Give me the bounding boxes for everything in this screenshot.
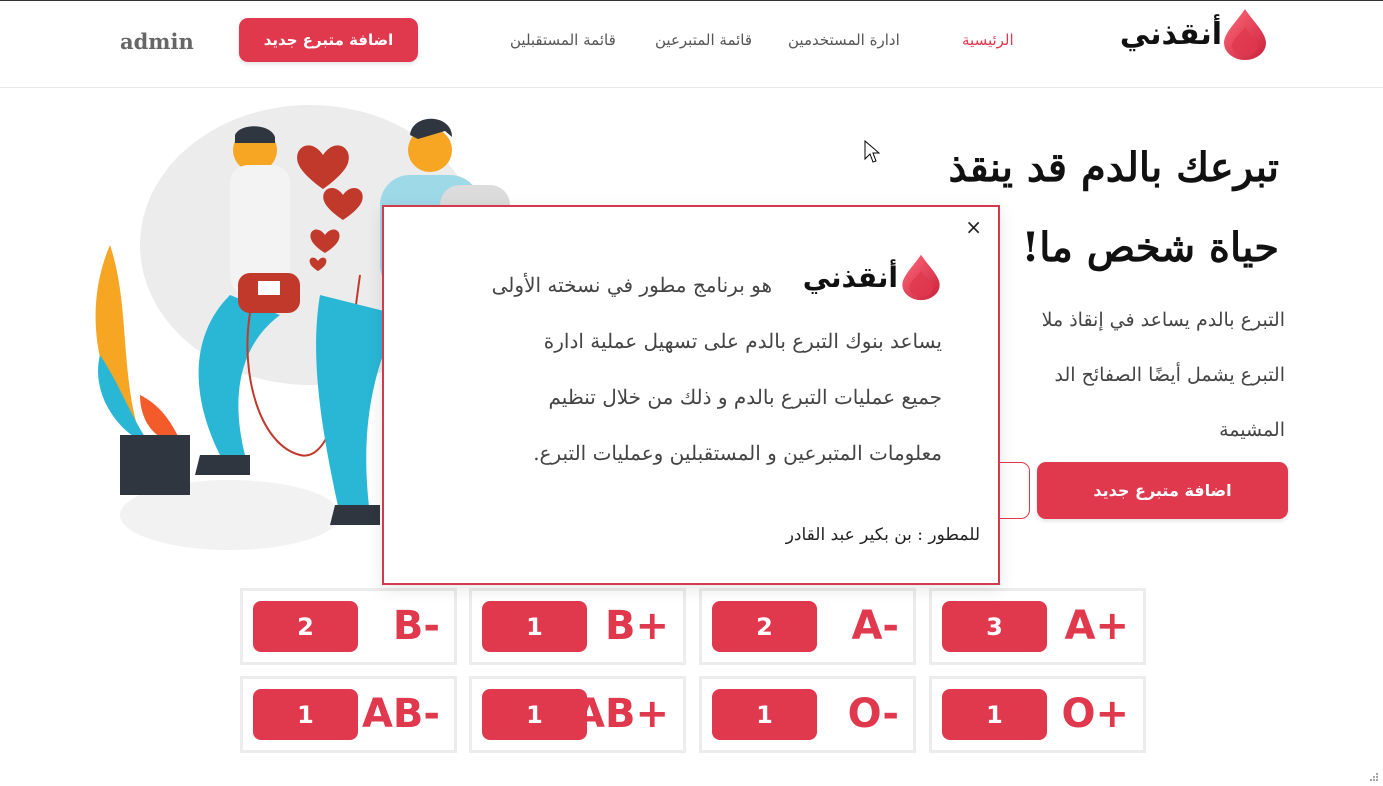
brand-logo[interactable]: أنقذني [1118, 7, 1270, 63]
blood-group-count: 2 [712, 601, 817, 652]
blood-group-count: 1 [942, 689, 1047, 740]
resize-grip-icon[interactable] [1369, 772, 1379, 782]
blood-group-type: A+ [1064, 603, 1129, 649]
top-navbar: أنقذني الرئيسية ادارة المستخدمين قائمة ا… [0, 1, 1383, 88]
blood-group-count: 1 [482, 689, 587, 740]
blood-group-count: 2 [253, 601, 358, 652]
blood-group-card-o-neg[interactable]: O- 1 [699, 676, 916, 753]
blood-group-card-b-neg[interactable]: B- 2 [240, 588, 457, 665]
blood-drop-icon [1224, 9, 1266, 60]
modal-text-line1: هو برنامج مطور في نسخته الأولى [442, 257, 942, 313]
blood-group-card-ab-pos[interactable]: AB+ 1 [469, 676, 686, 753]
about-modal: × أنقذني هو برنامج مطور في نسخته الأولى … [382, 205, 1000, 585]
modal-developer-credit: للمطور : بن بكير عبد القادر [785, 525, 980, 545]
blood-group-card-o-pos[interactable]: O+ 1 [929, 676, 1146, 753]
blood-group-type: AB+ [574, 691, 669, 737]
blood-group-count: 1 [482, 601, 587, 652]
nav-link-users[interactable]: ادارة المستخدمين [788, 31, 900, 49]
blood-group-type: O+ [1061, 691, 1129, 737]
blood-group-card-a-pos[interactable]: A+ 3 [929, 588, 1146, 665]
nav-link-donors[interactable]: قائمة المتبرعين [655, 31, 752, 49]
brand-name: أنقذني [1119, 17, 1222, 52]
nav-link-recipients[interactable]: قائمة المستقبلين [510, 31, 616, 49]
modal-description: هو برنامج مطور في نسخته الأولى يساعد بنو… [442, 257, 942, 481]
modal-text-line4: معلومات المتبرعين و المستقبلين وعمليات ا… [533, 441, 942, 465]
blood-group-card-b-pos[interactable]: B+ 1 [469, 588, 686, 665]
modal-text-line3: جميع عمليات التبرع بالدم و ذلك من خلال ت… [548, 385, 943, 409]
blood-group-type: O- [847, 691, 899, 737]
blood-group-type: B- [392, 603, 440, 649]
nav-link-home[interactable]: الرئيسية [962, 31, 1014, 49]
blood-group-card-ab-neg[interactable]: AB- 1 [240, 676, 457, 753]
blood-group-grid: A+ 3 A- 2 B+ 1 B- 2 O+ 1 O- 1 AB+ 1 AB- … [240, 588, 1146, 756]
nav-add-donor-button[interactable]: اضافة متبرع جديد [239, 18, 418, 62]
mouse-cursor-icon [864, 140, 880, 163]
blood-group-type: B+ [604, 603, 669, 649]
blood-group-card-a-neg[interactable]: A- 2 [699, 588, 916, 665]
blood-group-count: 1 [253, 689, 358, 740]
hero-title-line1: تبرعك بالدم قد ينقذ [948, 144, 1279, 191]
close-icon[interactable]: × [965, 215, 982, 239]
blood-group-count: 3 [942, 601, 1047, 652]
nav-links: الرئيسية ادارة المستخدمين قائمة المتبرعي… [500, 31, 1020, 57]
hero-add-donor-button[interactable]: اضافة متبرع جديد [1037, 462, 1288, 519]
modal-text-line1-content: هو برنامج مطور في نسخته الأولى [491, 273, 772, 297]
blood-group-type: AB- [361, 691, 440, 737]
modal-text-line2: يساعد بنوك التبرع بالدم على تسهيل عملية … [543, 329, 942, 353]
blood-group-count: 1 [712, 689, 817, 740]
blood-group-type: A- [851, 603, 899, 649]
user-menu-admin[interactable]: admin [120, 29, 194, 54]
